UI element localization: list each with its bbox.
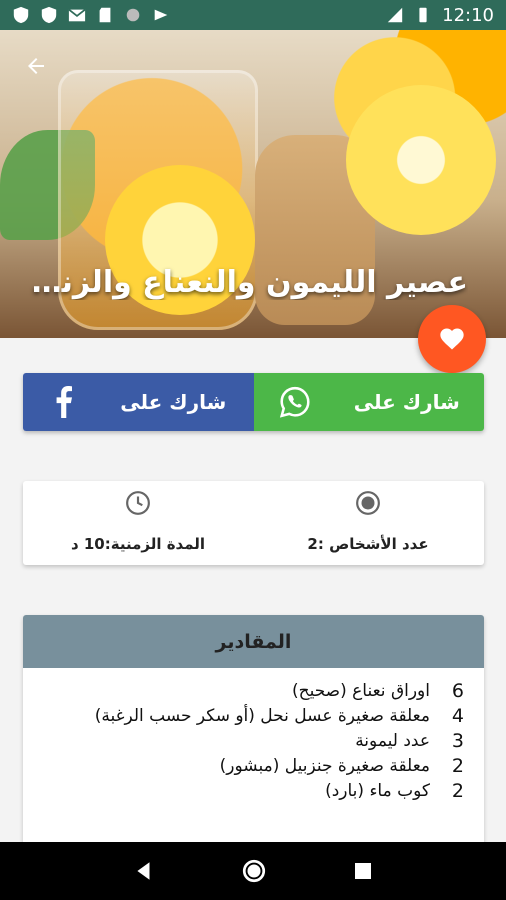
ingredient-qty: 2 [451, 779, 464, 802]
nav-recents-icon[interactable] [353, 861, 373, 881]
facebook-icon [56, 386, 73, 418]
shield-icon [41, 6, 57, 24]
share-facebook-label: شارك على [120, 390, 227, 414]
signal-icon [387, 7, 403, 23]
ingredient-qty: 4 [451, 704, 464, 727]
ingredients-title: المقادير [23, 615, 484, 668]
favorite-button[interactable] [418, 305, 486, 373]
recipe-info-card: المدة الزمنية:10 د عدد الأشخاص :2 [23, 481, 484, 565]
time-info: المدة الزمنية:10 د [23, 487, 253, 565]
heart-icon [440, 328, 464, 350]
lemon-image [346, 85, 496, 235]
whatsapp-icon [279, 386, 310, 418]
ingredient-row: 6 اوراق نعناع (صحيح) [43, 678, 464, 703]
ingredients-list: 6 اوراق نعناع (صحيح) 4 معلقة صغيرة عسل ن… [23, 668, 484, 803]
ingredient-row: 4 معلقة صغيرة عسل نحل (أو سكر حسب الرغبة… [43, 703, 464, 728]
ingredient-text: معلقة صغيرة جنزبيل (مبشور) [219, 755, 430, 776]
ingredient-row: 2 معلقة صغيرة جنزبيل (مبشور) [43, 753, 464, 778]
system-nav-bar [0, 842, 506, 900]
recipe-title: عصير الليمون والنعناع والزنجبيل [28, 265, 468, 300]
circle-icon [126, 8, 140, 22]
app-icon [154, 9, 168, 21]
nav-home-icon[interactable] [241, 858, 267, 884]
status-time: 12:10 [442, 4, 494, 26]
radio-icon [356, 491, 380, 515]
ingredient-qty: 3 [451, 729, 464, 752]
clock-icon [126, 491, 150, 515]
ingredient-qty: 2 [451, 754, 464, 777]
sdcard-icon [99, 7, 111, 23]
people-info: عدد الأشخاص :2 [253, 487, 483, 565]
ingredient-qty: 6 [451, 679, 464, 702]
nav-back-icon[interactable] [133, 860, 155, 882]
time-label: المدة الزمنية:10 د [70, 535, 206, 553]
status-bar: 12:10 [0, 0, 506, 30]
ingredient-row: 2 كوب ماء (بارد) [43, 778, 464, 803]
share-whatsapp-button[interactable]: شارك على [253, 373, 484, 431]
ingredient-row: 3 عدد ليمونة [43, 728, 464, 753]
shield-icon [13, 6, 29, 24]
share-facebook-button[interactable]: شارك على [23, 373, 254, 431]
ingredient-text: اوراق نعناع (صحيح) [291, 680, 430, 701]
ingredient-text: كوب ماء (بارد) [325, 780, 430, 801]
ingredient-text: عدد ليمونة [355, 730, 430, 751]
arrow-back-icon [28, 58, 44, 74]
share-bar: شارك على شارك على [23, 373, 484, 431]
battery-icon [419, 7, 427, 23]
gmail-icon [68, 8, 86, 22]
ingredient-text: معلقة صغيرة عسل نحل (أو سكر حسب الرغبة) [94, 705, 430, 726]
share-whatsapp-label: شارك على [353, 390, 460, 414]
back-button[interactable] [18, 48, 54, 84]
ingredients-card: المقادير 6 اوراق نعناع (صحيح) 4 معلقة صغ… [23, 615, 484, 845]
people-label: عدد الأشخاص :2 [307, 535, 429, 553]
